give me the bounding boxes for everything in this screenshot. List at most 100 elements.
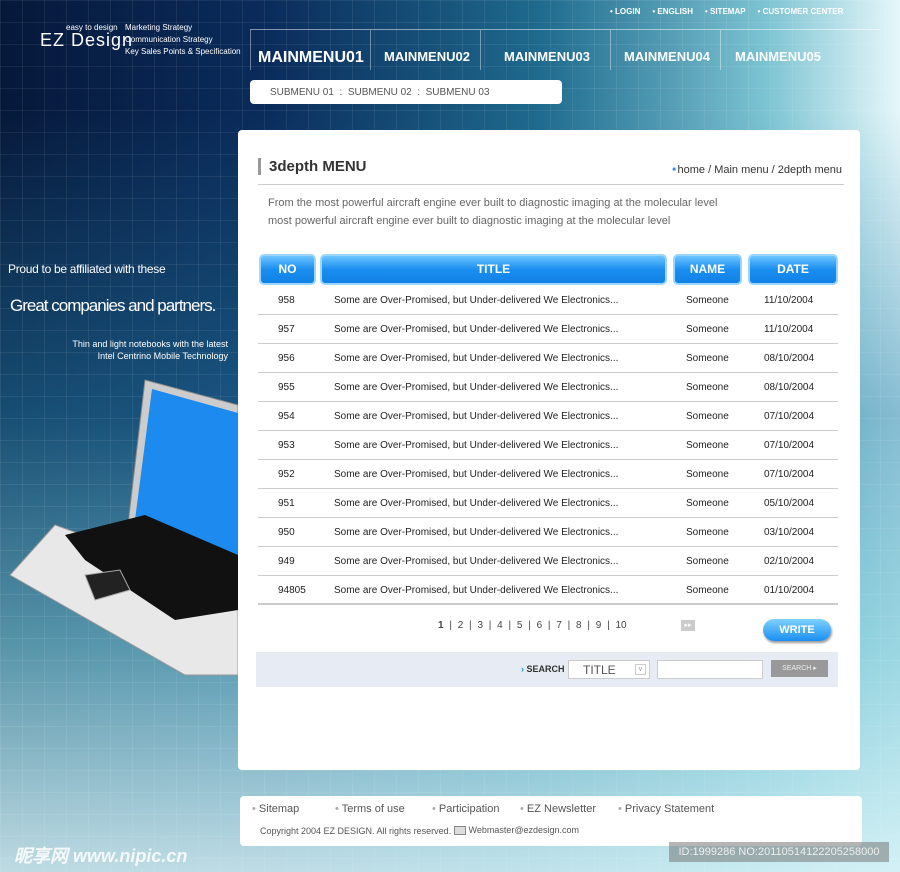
login-link[interactable]: LOGIN: [610, 7, 640, 16]
breadcrumb: home / Main menu / 2depth menu: [672, 164, 842, 176]
row-title[interactable]: Some are Over-Promised, but Under-delive…: [334, 556, 618, 567]
page-link[interactable]: 2: [458, 620, 464, 631]
row-name: Someone: [686, 498, 729, 509]
row-title[interactable]: Some are Over-Promised, but Under-delive…: [334, 498, 618, 509]
footer-link-sitemap[interactable]: Sitemap: [252, 803, 299, 815]
watermark-id: ID:1999286 NO:20110514122205258000: [669, 842, 889, 862]
row-date: 08/10/2004: [764, 382, 815, 393]
page-link[interactable]: 10: [615, 620, 626, 631]
row-title[interactable]: Some are Over-Promised, but Under-delive…: [334, 295, 618, 306]
row-date: 11/10/2004: [764, 324, 814, 335]
main-menu-5[interactable]: MAINMENU05: [720, 30, 840, 70]
col-header-title[interactable]: TITLE: [320, 254, 667, 285]
main-menu-1[interactable]: MAINMENU01: [250, 30, 370, 70]
promo-line1: Proud to be affiliated with these: [8, 262, 166, 276]
logo[interactable]: EZ Design easy to design: [40, 22, 132, 62]
sub-menu-2[interactable]: SUBMENU 02: [348, 87, 412, 98]
footer-link-terms[interactable]: Terms of use: [335, 803, 405, 815]
main-menu: MAINMENU01 MAINMENU02 MAINMENU03 MAINMEN…: [250, 29, 880, 70]
row-no: 952: [278, 469, 295, 480]
table-row[interactable]: 958 Some are Over-Promised, but Under-del…: [258, 286, 838, 315]
col-header-name[interactable]: NAME: [673, 254, 742, 285]
copyright: Copyright 2004 EZ DESIGN. All rights res…: [260, 826, 452, 836]
row-date: 07/10/2004: [764, 411, 815, 422]
col-header-no[interactable]: NO: [259, 254, 316, 285]
row-title[interactable]: Some are Over-Promised, but Under-delive…: [334, 382, 618, 393]
header-taglines: Marketing Strategy Communication Strateg…: [125, 23, 241, 56]
row-title[interactable]: Some are Over-Promised, but Under-delive…: [334, 324, 618, 335]
main-menu-2[interactable]: MAINMENU02: [370, 30, 480, 70]
sub-menu-1[interactable]: SUBMENU 01: [270, 87, 334, 98]
table-row[interactable]: 956 Some are Over-Promised, but Under-del…: [258, 344, 838, 373]
page-link[interactable]: 8: [576, 620, 582, 631]
table-row[interactable]: 953 Some are Over-Promised, but Under-del…: [258, 431, 838, 460]
table-row[interactable]: 949 Some are Over-Promised, but Under-del…: [258, 547, 838, 576]
row-title[interactable]: Some are Over-Promised, but Under-delive…: [334, 353, 618, 364]
row-date: 03/10/2004: [764, 527, 815, 538]
table-row[interactable]: 955 Some are Over-Promised, but Under-del…: [258, 373, 838, 402]
row-date: 02/10/2004: [764, 556, 815, 567]
row-name: Someone: [686, 440, 729, 451]
write-button[interactable]: WRITE: [763, 619, 831, 641]
next-page-icon[interactable]: ▸▸: [681, 620, 695, 631]
row-date: 11/10/2004: [764, 295, 814, 306]
page-link[interactable]: 7: [556, 620, 562, 631]
table-row[interactable]: 952 Some are Over-Promised, but Under-del…: [258, 460, 838, 489]
row-name: Someone: [686, 585, 729, 596]
footer-link-participation[interactable]: Participation: [432, 803, 500, 815]
table-row[interactable]: 950 Some are Over-Promised, but Under-del…: [258, 518, 838, 547]
table-row[interactable]: 951 Some are Over-Promised, but Under-del…: [258, 489, 838, 518]
divider: [258, 184, 844, 185]
top-nav: LOGIN ENGLISH SITEMAP CUSTOMER CENTER: [610, 7, 843, 16]
row-date: 08/10/2004: [764, 353, 815, 364]
sub-menu-3[interactable]: SUBMENU 03: [426, 87, 490, 98]
row-no: 950: [278, 527, 295, 538]
row-name: Someone: [686, 324, 729, 335]
watermark-logo: 昵享网 www.nipic.cn: [14, 846, 188, 866]
page-link[interactable]: 3: [477, 620, 483, 631]
search-input[interactable]: [657, 660, 763, 679]
page-link[interactable]: 6: [537, 620, 543, 631]
page-link[interactable]: 5: [517, 620, 523, 631]
col-header-date[interactable]: DATE: [748, 254, 838, 285]
sitemap-link[interactable]: SITEMAP: [705, 7, 746, 16]
english-link[interactable]: ENGLISH: [652, 7, 693, 16]
page-link[interactable]: 4: [497, 620, 503, 631]
row-no: 956: [278, 353, 295, 364]
chevron-down-icon: v: [635, 664, 646, 675]
main-menu-4[interactable]: MAINMENU04: [610, 30, 720, 70]
page-description: From the most powerful aircraft engine e…: [268, 197, 718, 227]
row-title[interactable]: Some are Over-Promised, but Under-delive…: [334, 527, 618, 538]
row-title[interactable]: Some are Over-Promised, but Under-delive…: [334, 440, 618, 451]
page-link[interactable]: 1: [438, 620, 444, 631]
promo-sub: Thin and light notebooks with the latest…: [72, 339, 228, 361]
search-bar: › SEARCH TITLE v SEARCH ▸: [256, 652, 838, 687]
search-field-select[interactable]: TITLE v: [568, 660, 650, 679]
search-label: › SEARCH: [521, 664, 565, 674]
footer-link-newsletter[interactable]: EZ Newsletter: [520, 803, 596, 815]
row-name: Someone: [686, 527, 729, 538]
row-no: 955: [278, 382, 295, 393]
row-title[interactable]: Some are Over-Promised, but Under-delive…: [334, 411, 618, 422]
row-no: 953: [278, 440, 295, 451]
search-button[interactable]: SEARCH ▸: [771, 660, 828, 677]
row-date: 07/10/2004: [764, 440, 815, 451]
row-no: 958: [278, 295, 295, 306]
row-title[interactable]: Some are Over-Promised, but Under-delive…: [334, 469, 618, 480]
page-link[interactable]: 9: [596, 620, 602, 631]
sub-menu: SUBMENU 01 : SUBMENU 02 : SUBMENU 03: [250, 80, 562, 104]
row-no: 94805: [278, 585, 306, 596]
main-menu-3[interactable]: MAINMENU03: [480, 30, 610, 70]
table-row[interactable]: 94805 Some are Over-Promised, but Under-d…: [258, 576, 838, 605]
pagination: 1 | 2 | 3 | 4 | 5 | 6 | 7 | 8 | 9 | 10: [438, 620, 627, 631]
row-no: 951: [278, 498, 295, 509]
footer-link-privacy[interactable]: Privacy Statement: [618, 803, 714, 815]
table-row[interactable]: 957 Some are Over-Promised, but Under-del…: [258, 315, 838, 344]
page-title: 3depth MENU: [258, 158, 367, 175]
row-name: Someone: [686, 411, 729, 422]
table-row[interactable]: 954 Some are Over-Promised, but Under-del…: [258, 402, 838, 431]
row-title[interactable]: Some are Over-Promised, but Under-delive…: [334, 585, 618, 596]
customer-center-link[interactable]: CUSTOMER CENTER: [758, 7, 844, 16]
row-name: Someone: [686, 353, 729, 364]
email-link[interactable]: Webmaster@ezdesign.com: [454, 825, 579, 836]
